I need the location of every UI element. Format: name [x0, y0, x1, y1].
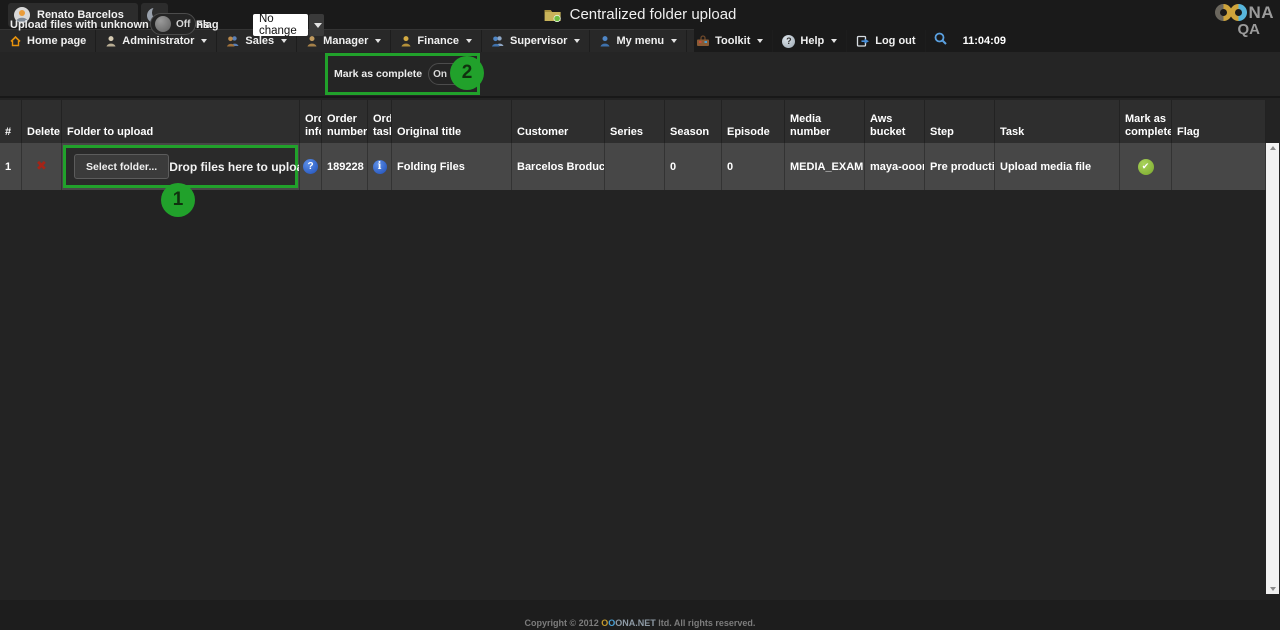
cell-step: Pre producti...	[925, 143, 995, 190]
col-header-folder-to-upload: Folder to upload	[62, 100, 300, 143]
logo-circle-2	[1230, 4, 1247, 21]
col-header-step: Step	[925, 100, 995, 143]
cell-order-info: ?	[300, 143, 322, 190]
cell-series	[605, 143, 665, 190]
delete-row-icon[interactable]: ✖	[36, 159, 47, 174]
annotation-step-1-badge: 1	[161, 183, 195, 217]
chevron-down-icon	[375, 39, 381, 43]
copyright-suffix: ltd. All rights reserved.	[656, 618, 756, 628]
col-header-task: Task	[995, 100, 1120, 143]
cell-order-number: 189228	[322, 143, 368, 190]
cell-media-number: MEDIA_EXAMP...	[785, 143, 865, 190]
menu-item-help[interactable]: ? Help	[773, 30, 847, 52]
page-title: Centralized folder upload	[544, 0, 737, 28]
logout-icon	[856, 35, 870, 47]
flag-dropdown-button[interactable]	[309, 14, 324, 36]
supervisor-icon	[491, 35, 505, 47]
col-header-flag: Flag	[1172, 100, 1266, 143]
logo-text-na: NA	[1248, 4, 1274, 21]
col-header-delete: Delete	[22, 100, 62, 143]
help-icon: ?	[782, 35, 795, 48]
col-header-aws-bucket: Aws bucket	[865, 100, 925, 143]
menu-item-my-menu[interactable]: My menu	[590, 30, 687, 52]
scroll-up-icon[interactable]	[1270, 146, 1276, 150]
col-header-season: Season	[665, 100, 722, 143]
col-header-original-title: Original title	[392, 100, 512, 143]
logo-text-qa: QA	[1202, 22, 1260, 37]
chevron-down-icon	[757, 39, 763, 43]
col-header-episode: Episode	[722, 100, 785, 143]
menu-item-finance[interactable]: Finance	[391, 30, 482, 52]
order-info-icon[interactable]: ?	[303, 159, 318, 174]
col-header-order-number: Order number	[322, 100, 368, 143]
page-title-text: Centralized folder upload	[570, 6, 737, 23]
annotation-box-step-1 drop-zone[interactable]: Select folder... Drop files here to uplo…	[63, 145, 298, 188]
my-menu-icon	[599, 35, 611, 47]
menu-item-home-page[interactable]: Home page	[0, 30, 96, 52]
flag-dropdown-value[interactable]: No change	[253, 14, 308, 36]
flag-dropdown[interactable]: No change	[253, 14, 324, 36]
cell-original-title: Folding Files	[392, 143, 512, 190]
vertical-scrollbar[interactable]	[1266, 143, 1279, 594]
upload-options-toolbar	[0, 52, 1280, 98]
sales-icon	[226, 35, 240, 47]
copyright-text: Copyright © 2012 OOONA.NET ltd. All righ…	[0, 618, 1280, 628]
cell-season: 0	[665, 143, 722, 190]
cell-aws-bucket: maya-ooona	[865, 143, 925, 190]
cell-task: Upload media file	[995, 143, 1120, 190]
ooona-qa-logo: NA QA	[1202, 4, 1274, 37]
chevron-down-icon	[574, 39, 580, 43]
clock-display: 11:04:09	[955, 30, 1014, 52]
brand-rest: ONA.NET	[615, 618, 656, 628]
upload-unknown-extensions-toggle[interactable]: Off	[150, 13, 196, 35]
search-icon	[933, 31, 948, 51]
grid-header-row: # Delete Folder to upload Order info Ord…	[0, 100, 1266, 143]
col-header-mark-as-complete: Mark as complete	[1120, 100, 1172, 143]
scroll-down-icon[interactable]	[1270, 587, 1276, 591]
chevron-down-icon	[466, 39, 472, 43]
toolkit-icon	[696, 35, 710, 47]
cell-row-number: 1	[0, 143, 22, 190]
complete-check-icon: ✔	[1138, 159, 1154, 175]
menu-item-supervisor[interactable]: Supervisor	[482, 30, 590, 52]
order-task-info-icon[interactable]: i	[373, 160, 387, 174]
chevron-down-icon	[281, 39, 287, 43]
search-button[interactable]	[926, 30, 955, 52]
mark-as-complete-label: Mark as complete	[334, 68, 422, 80]
cell-delete: ✖	[22, 143, 62, 190]
folder-upload-icon	[544, 7, 562, 22]
col-header-media-number: Media number	[785, 100, 865, 143]
toggle-knob	[155, 16, 171, 32]
annotation-step-2-badge: 2	[450, 56, 484, 90]
col-header-order-info: Order info	[300, 100, 322, 143]
toggle-state-label: Off	[176, 19, 190, 30]
drop-files-hint: Drop files here to upload	[169, 160, 300, 174]
administrator-icon	[105, 35, 117, 47]
cell-episode: 0	[722, 143, 785, 190]
col-header-order-task: Order task	[368, 100, 392, 143]
toggle-state-label: On	[433, 69, 447, 80]
finance-icon	[400, 35, 412, 47]
menu-item-toolkit[interactable]: Toolkit	[687, 30, 773, 52]
col-header-series: Series	[605, 100, 665, 143]
col-header-number: #	[0, 100, 22, 143]
table-row: 1 ✖ Select folder... Drop files here to …	[0, 143, 1266, 190]
main-menu-bar: Home page Administrator Sales Manager Fi…	[0, 29, 694, 52]
menu-item-log-out[interactable]: Log out	[847, 30, 925, 52]
cell-mark-as-complete: ✔	[1120, 143, 1172, 190]
copyright-prefix: Copyright © 2012	[525, 618, 602, 628]
cell-flag	[1172, 143, 1266, 190]
select-folder-button[interactable]: Select folder...	[74, 154, 169, 179]
flag-label: Flag	[196, 19, 219, 31]
home-icon	[9, 35, 22, 47]
chevron-down-icon	[671, 39, 677, 43]
col-header-customer: Customer	[512, 100, 605, 143]
chevron-down-icon	[314, 23, 322, 28]
chevron-down-icon	[831, 39, 837, 43]
cell-order-task: i	[368, 143, 392, 190]
chevron-down-icon	[201, 39, 207, 43]
cell-customer: Barcelos Broducti...	[512, 143, 605, 190]
